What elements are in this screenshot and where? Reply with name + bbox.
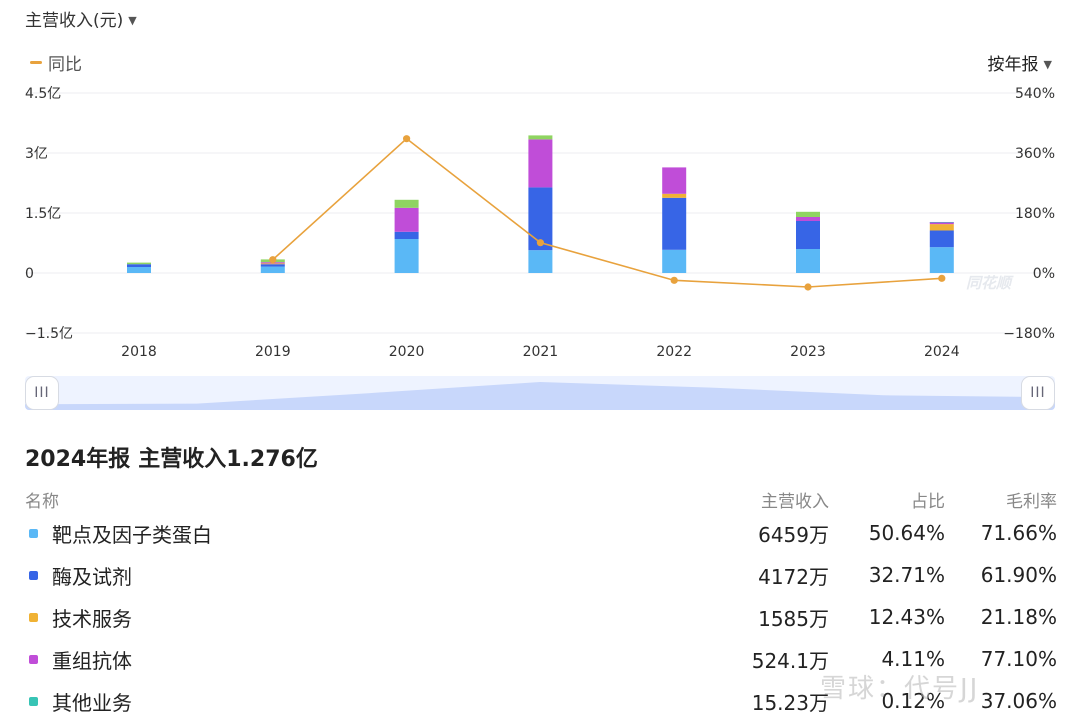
y-axis-right-tick: −180% (1003, 326, 1055, 342)
bar-segment (127, 267, 151, 273)
share-cell: 12.43% (868, 605, 945, 629)
segment-name-cell: 重组抗体 (25, 645, 585, 674)
y-axis-left-tick: 1.5亿 (25, 206, 61, 222)
segment-name-cell: 其他业务 (25, 687, 585, 716)
segment-name: 靶点及因子类蛋白 (52, 522, 212, 547)
y-axis-right-tick: 360% (1015, 146, 1055, 162)
segment-name: 其他业务 (52, 690, 132, 715)
bar-segment (662, 197, 687, 250)
yoy-point (269, 256, 277, 264)
segment-color-swatch-icon (29, 696, 38, 706)
summary-revenue: 主营收入1.276亿 (138, 447, 318, 472)
x-axis-tick: 2022 (656, 344, 692, 360)
x-axis-tick: 2019 (255, 344, 291, 360)
segment-color-swatch-icon (29, 612, 38, 622)
x-axis-tick: 2020 (389, 344, 425, 360)
y-axis-left-tick: 4.5亿 (25, 86, 61, 102)
summary-period: 2024年报 (25, 447, 131, 472)
segment-color-swatch-icon (29, 528, 38, 538)
y-axis-right-tick: 540% (1015, 86, 1055, 102)
header-revenue: 主营收入 (761, 491, 829, 512)
bar-segment (528, 139, 553, 188)
yoy-point (536, 239, 545, 247)
y-axis-left-tick: 3亿 (25, 146, 48, 162)
yoy-point (938, 274, 946, 282)
gross-margin-cell: 61.90% (980, 563, 1057, 587)
segment-color-swatch-icon (29, 654, 38, 664)
bar-segment (929, 230, 954, 248)
table-header: 名称 主营收入 占比 毛利率 (25, 486, 1057, 512)
bar-segment (260, 264, 285, 267)
revenue-cell: 6459万 (758, 522, 829, 547)
bar-segment (662, 249, 687, 273)
yoy-point (804, 283, 812, 291)
bar-segment (929, 224, 954, 231)
bar-segment (394, 231, 419, 239)
revenue-cell: 524.1万 (751, 648, 829, 673)
share-cell: 32.71% (868, 563, 945, 587)
segment-name: 重组抗体 (52, 648, 132, 673)
bar-segment (127, 262, 151, 265)
summary-heading: 2024年报 主营收入1.276亿 (25, 441, 318, 473)
revenue-cell: 1585万 (758, 606, 829, 631)
segment-name: 酶及试剂 (52, 564, 132, 589)
range-slider[interactable]: III III (25, 376, 1055, 410)
x-axis-tick: 2018 (121, 344, 157, 360)
revenue-chart: 4.5亿 3亿 1.5亿 0 −1.5亿 540% 360% 180% 0% −180% 2018 2… (25, 86, 1055, 360)
y-axis-right-tick: 0% (1033, 266, 1055, 282)
x-axis-tick: 2024 (924, 344, 960, 360)
table-row[interactable]: 酶及试剂 4172万 32.71% 61.90% (25, 554, 1057, 596)
bar-segment (929, 221, 954, 223)
header-name: 名称 (25, 491, 59, 512)
table-row[interactable]: 技术服务 1585万 12.43% 21.18% (25, 596, 1057, 638)
x-axis-tick: 2023 (790, 344, 826, 360)
bar-segment (929, 247, 954, 273)
bar-segment (260, 266, 285, 273)
bar-segment (394, 239, 419, 273)
bar-segment (260, 263, 285, 265)
bar-segment (394, 199, 419, 208)
share-cell: 50.64% (868, 521, 945, 545)
y-axis-left-tick: 0 (25, 266, 34, 282)
slider-preview (25, 382, 1055, 410)
slider-left-handle[interactable]: III (25, 376, 59, 410)
bar-segment (528, 250, 553, 273)
bar-segment (796, 221, 820, 249)
bar-segment (796, 217, 820, 221)
header-share: 占比 (911, 491, 945, 512)
yoy-point (403, 135, 411, 143)
bar-segment (796, 249, 820, 273)
segment-name: 技术服务 (52, 606, 132, 631)
slider-right-handle[interactable]: III (1021, 376, 1055, 410)
table-row[interactable]: 靶点及因子类蛋白 6459万 50.64% 71.66% (25, 512, 1057, 554)
bar-segment (528, 135, 553, 140)
revenue-cell: 15.23万 (751, 690, 829, 715)
slider-preview-area (25, 382, 1055, 410)
yoy-point (670, 276, 678, 284)
gross-margin-cell: 21.18% (980, 605, 1057, 629)
segment-name-cell: 技术服务 (25, 603, 585, 632)
bar-segment (796, 211, 820, 217)
xueqiu-watermark: 雪球：代号JJ (820, 674, 980, 704)
bar-segment (394, 207, 419, 232)
segment-name-cell: 酶及试剂 (25, 561, 585, 590)
gross-margin-cell: 71.66% (980, 521, 1057, 545)
y-axis-right-tick: 180% (1015, 206, 1055, 222)
segment-color-swatch-icon (29, 570, 38, 580)
x-axis-tick: 2021 (523, 344, 559, 360)
bar-segment (127, 264, 151, 267)
segment-name-cell: 靶点及因子类蛋白 (25, 519, 585, 548)
bar-segment (662, 193, 687, 198)
revenue-cell: 4172万 (758, 564, 829, 589)
chart-watermark: 同花顺 (966, 274, 1012, 292)
header-gross-margin: 毛利率 (1006, 491, 1057, 512)
bar-segment (662, 167, 687, 194)
y-axis-left-tick: −1.5亿 (25, 326, 73, 342)
